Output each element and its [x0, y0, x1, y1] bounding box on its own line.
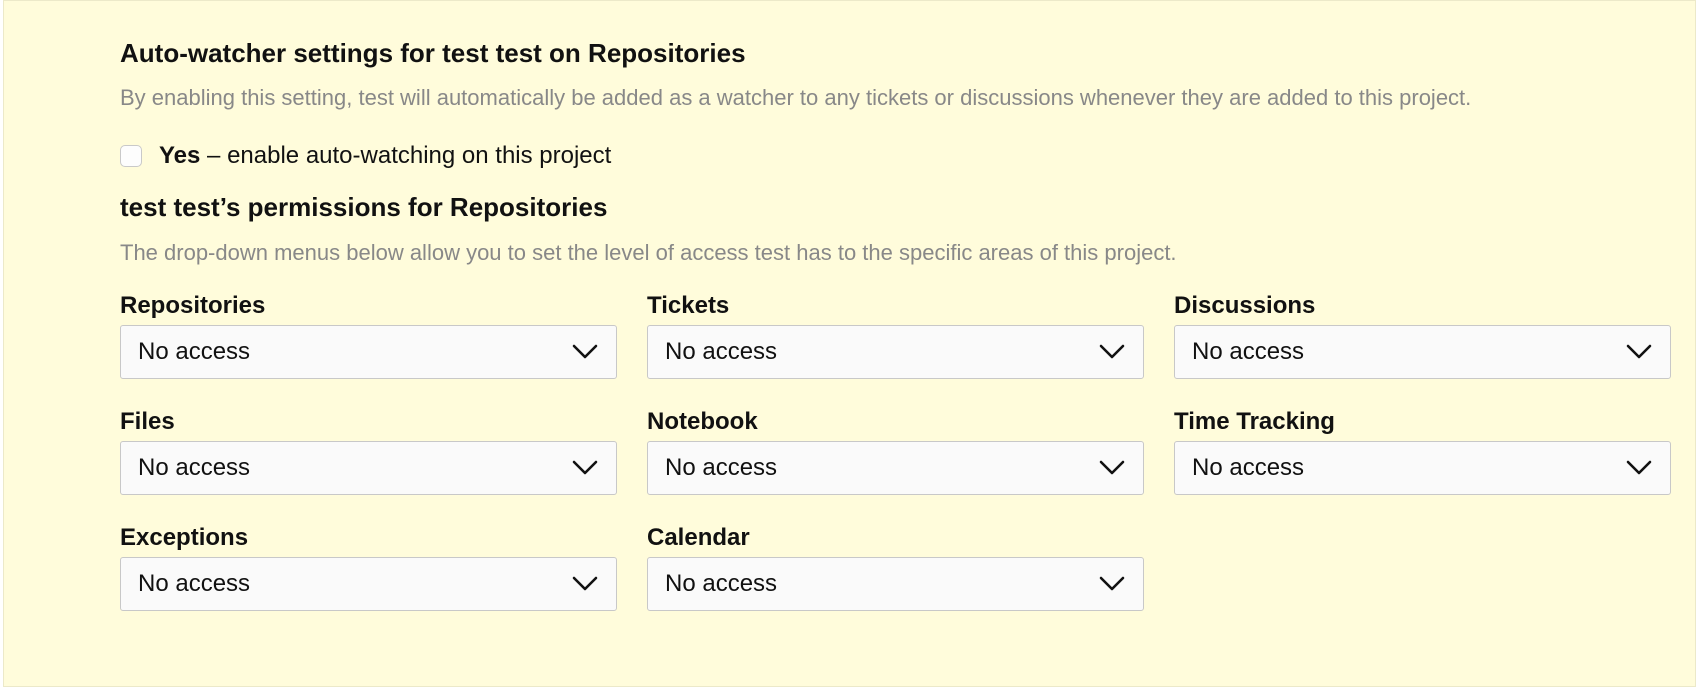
- select-notebook[interactable]: No access: [647, 441, 1144, 495]
- field-discussions: Discussions No access: [1174, 293, 1671, 379]
- select-time-tracking[interactable]: No access: [1174, 441, 1671, 495]
- auto-watch-label-bold: Yes: [159, 142, 201, 169]
- field-label-exceptions: Exceptions: [120, 524, 249, 551]
- field-label-time-tracking: Time Tracking: [1174, 408, 1335, 435]
- auto-watch-label[interactable]: Yes – enable auto-watching on this proje…: [159, 142, 611, 170]
- select-value-tickets: No access: [665, 338, 778, 365]
- chevron-down-icon: [572, 576, 598, 591]
- chevron-down-icon: [1099, 576, 1125, 591]
- select-repositories[interactable]: No access: [120, 325, 617, 379]
- field-files: Files No access: [120, 409, 617, 495]
- permissions-title: test test’s permissions for Repositories: [120, 192, 608, 222]
- settings-panel: Auto-watcher settings for test test on R…: [3, 0, 1696, 687]
- field-label-discussions: Discussions: [1174, 292, 1316, 319]
- select-discussions[interactable]: No access: [1174, 325, 1671, 379]
- field-label-notebook: Notebook: [647, 408, 758, 435]
- select-value-repositories: No access: [138, 338, 251, 365]
- auto-watch-label-text: – enable auto-watching on this project: [200, 142, 612, 169]
- select-value-exceptions: No access: [138, 570, 251, 597]
- watcher-description: By enabling this setting, test will auto…: [120, 85, 1472, 110]
- select-value-notebook: No access: [665, 454, 778, 481]
- field-repositories: Repositories No access: [120, 293, 617, 379]
- select-calendar[interactable]: No access: [647, 557, 1144, 611]
- field-time-tracking: Time Tracking No access: [1174, 409, 1671, 495]
- chevron-down-icon: [1626, 460, 1652, 475]
- chevron-down-icon: [1099, 344, 1125, 359]
- field-tickets: Tickets No access: [647, 293, 1144, 379]
- field-notebook: Notebook No access: [647, 409, 1144, 495]
- select-tickets[interactable]: No access: [647, 325, 1144, 379]
- chevron-down-icon: [572, 344, 598, 359]
- select-files[interactable]: No access: [120, 441, 617, 495]
- auto-watch-checkbox[interactable]: [120, 145, 142, 167]
- field-calendar: Calendar No access: [647, 525, 1144, 611]
- field-label-repositories: Repositories: [120, 292, 266, 319]
- watcher-title: Auto-watcher settings for test test on R…: [120, 38, 746, 68]
- select-exceptions[interactable]: No access: [120, 557, 617, 611]
- chevron-down-icon: [572, 460, 598, 475]
- field-exceptions: Exceptions No access: [120, 525, 617, 611]
- permissions-description: The drop-down menus below allow you to s…: [120, 240, 1177, 265]
- field-label-files: Files: [120, 408, 175, 435]
- select-value-discussions: No access: [1192, 338, 1305, 365]
- select-value-calendar: No access: [665, 570, 778, 597]
- chevron-down-icon: [1099, 460, 1125, 475]
- auto-watch-option[interactable]: Yes – enable auto-watching on this proje…: [120, 139, 611, 173]
- field-label-tickets: Tickets: [647, 292, 730, 319]
- chevron-down-icon: [1626, 344, 1652, 359]
- field-label-calendar: Calendar: [647, 524, 750, 551]
- select-value-files: No access: [138, 454, 251, 481]
- select-value-time-tracking: No access: [1192, 454, 1305, 481]
